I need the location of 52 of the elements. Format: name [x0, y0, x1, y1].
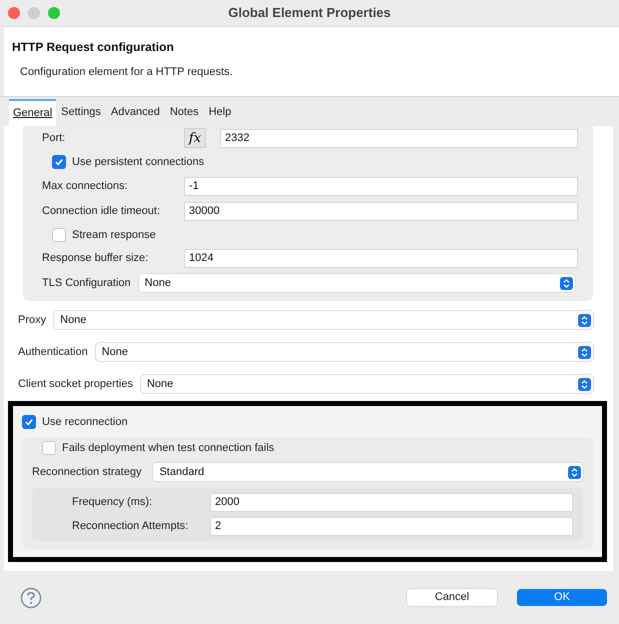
dropdown-select[interactable]: None: [54, 311, 593, 329]
ok-button[interactable]: OK: [517, 589, 607, 606]
tab[interactable]: General: [9, 99, 56, 126]
checkbox-label: Use persistent connections: [72, 155, 204, 170]
tab[interactable]: Advanced: [106, 99, 165, 126]
input-field[interactable]: 2000: [210, 493, 573, 512]
field-label: Port:: [42, 130, 66, 146]
field-label: Client socket properties: [18, 376, 133, 392]
checkmark-icon: [54, 157, 64, 168]
maximize-window-icon[interactable]: [48, 7, 60, 19]
header-title: HTTP Request configuration: [12, 39, 175, 56]
field-label: Response buffer size:: [42, 251, 150, 266]
updown-chevron-icon: [578, 378, 591, 390]
help-icon[interactable]: [20, 586, 42, 608]
checkbox-label: Use reconnection: [42, 415, 128, 430]
window-title: Global Element Properties: [228, 4, 391, 22]
field-label: Frequency (ms):: [72, 495, 154, 510]
dropdown-select[interactable]: None: [138, 274, 575, 292]
checkbox[interactable]: [42, 440, 56, 455]
updown-chevron-icon: [568, 466, 581, 478]
field-label: Connection idle timeout:: [42, 204, 162, 219]
field-label: Reconnection strategy: [32, 464, 142, 480]
field-label: Proxy: [18, 312, 46, 328]
input-field[interactable]: -1: [184, 176, 578, 196]
field-label: Authentication: [18, 344, 88, 360]
updown-chevron-icon: [560, 276, 573, 290]
dropdown-select[interactable]: None: [140, 375, 593, 393]
checkbox[interactable]: [52, 155, 66, 170]
field-label: Reconnection Attempts:: [72, 519, 190, 534]
tab[interactable]: Notes: [164, 99, 204, 126]
cancel-button[interactable]: Cancel: [407, 589, 497, 606]
input-field[interactable]: 2332: [220, 128, 578, 148]
minimize-window-icon[interactable]: [28, 7, 40, 19]
checkbox-label: Stream response: [72, 228, 156, 242]
dropdown-select[interactable]: None: [96, 343, 593, 361]
updown-chevron-icon: [578, 346, 591, 358]
field-label: TLS Configuration: [42, 276, 131, 291]
close-window-icon[interactable]: [8, 7, 20, 19]
input-field[interactable]: 30000: [184, 202, 578, 220]
updown-chevron-icon: [578, 314, 591, 326]
field-label: Max connections:: [42, 178, 129, 194]
checkbox[interactable]: [22, 415, 36, 430]
input-field[interactable]: 2: [210, 517, 573, 536]
dropdown-select[interactable]: Standard: [153, 463, 583, 481]
tab[interactable]: Settings: [56, 99, 106, 126]
input-field[interactable]: 1024: [184, 249, 578, 268]
checkbox-label: Fails deployment when test connection fails: [62, 440, 274, 456]
checkbox[interactable]: [52, 228, 66, 242]
checkmark-icon: [24, 417, 34, 428]
tab[interactable]: Help: [204, 99, 236, 126]
header-description: Configuration element for a HTTP requests.: [19, 65, 234, 80]
expression-button[interactable]: fx: [184, 128, 206, 148]
